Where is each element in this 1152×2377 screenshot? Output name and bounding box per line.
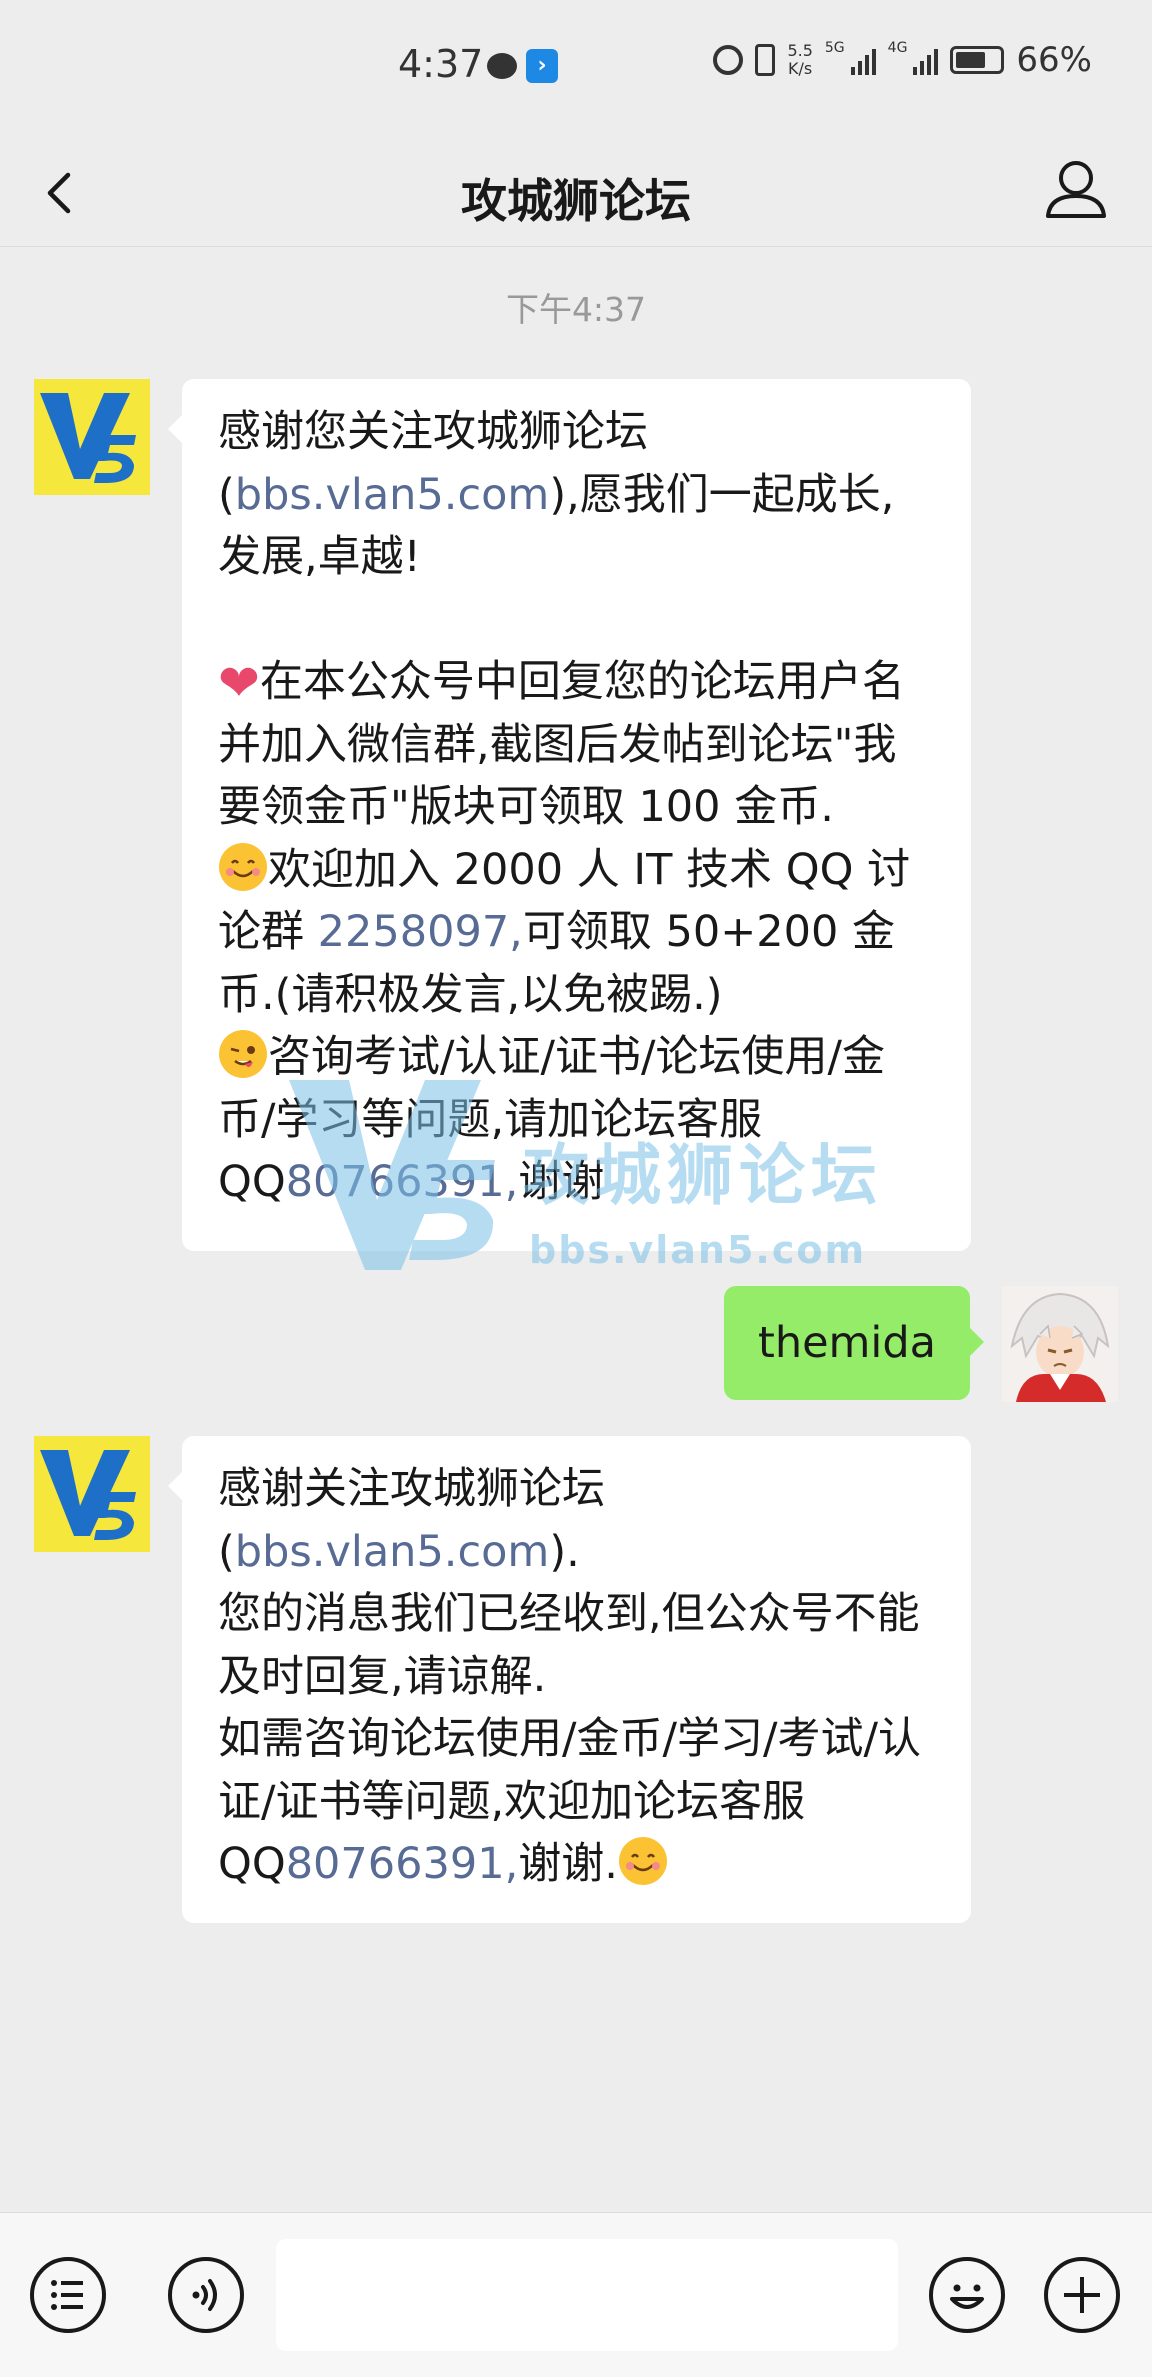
qq-contact-link[interactable]: 80766391, [286, 1157, 519, 1207]
v5-logo-icon [34, 1436, 150, 1552]
network-speed: 5.5 K/s [787, 42, 812, 78]
message-paragraph: 感谢您关注攻城狮论坛(bbs.vlan5.com),愿我们一起成长,发展,卓越! [218, 401, 935, 589]
person-icon[interactable] [1036, 150, 1116, 230]
bot-avatar[interactable] [34, 1436, 150, 1552]
network-speed-unit: K/s [788, 59, 813, 78]
heart-emoji-icon: ❤ [218, 654, 260, 712]
battery-icon [950, 46, 1005, 74]
voice-button[interactable] [168, 2257, 244, 2333]
voice-icon [192, 2279, 217, 2311]
add-button[interactable] [1044, 2257, 1120, 2333]
smile-emoji-icon [618, 1837, 667, 1885]
smile-emoji-icon [219, 842, 267, 891]
chat-header: 攻城狮论坛 [0, 135, 1152, 247]
message-paragraph: 您的消息我们已经收到,但公众号不能及时回复,请谅解. [218, 1583, 935, 1708]
signal-icon [850, 45, 876, 75]
chat-title: 攻城狮论坛 [461, 174, 691, 228]
plus-icon [1064, 2277, 1100, 2313]
anime-avatar-icon [1002, 1286, 1118, 1402]
list-menu-icon [51, 2280, 83, 2310]
message-bubble-outgoing[interactable]: themida [723, 1286, 985, 1400]
menu-button[interactable] [30, 2257, 106, 2333]
forum-link[interactable]: bbs.vlan5.com [235, 1527, 550, 1577]
status-bar: 4:37 › 5.5 K/s 5G 4G 66% [0, 0, 1152, 135]
message-text: 您的消息我们已经收到,但公众号不能及时回复,请谅解. [218, 1589, 920, 1702]
emoji-icon [950, 2284, 984, 2309]
qq-contact-link[interactable]: 80766391, [286, 1839, 519, 1889]
signal-icon-2 [913, 45, 939, 75]
message-paragraph: 咨询考试/认证/证书/论坛使用/金币/学习等问题,请加论坛客服QQ8076639… [218, 1026, 935, 1214]
message-paragraph: ❤在本公众号中回复您的论坛用户名并加入微信群,截图后发帖到论坛"我要领金币"版块… [218, 651, 935, 839]
qq-group-link[interactable]: 2258097, [318, 907, 523, 957]
message-bubble-incoming[interactable]: 感谢关注攻城狮论坛(bbs.vlan5.com). 您的消息我们已经收到,但公众… [168, 1436, 971, 1923]
header-divider [0, 246, 1152, 247]
message-input[interactable] [276, 2239, 898, 2351]
status-indicators: 5.5 K/s 5G 4G 66% [713, 40, 1092, 80]
bot-avatar[interactable] [34, 379, 150, 495]
emoji-button[interactable] [929, 2257, 1005, 2333]
forum-link[interactable]: bbs.vlan5.com [235, 470, 550, 520]
network-type-a: 5G [824, 40, 845, 56]
wink-emoji-icon [219, 1030, 267, 1078]
battery-percent: 66% [1016, 40, 1092, 80]
vibrate-icon [755, 44, 776, 76]
message-text: themida [757, 1318, 936, 1368]
app-notification-icon: › [526, 49, 558, 83]
message-paragraph: 感谢关注攻城狮论坛(bbs.vlan5.com). [218, 1458, 935, 1583]
message-timestamp: 下午4:37 [505, 290, 647, 329]
user-avatar[interactable] [1002, 1286, 1118, 1402]
message-text: 谢谢. [518, 1839, 618, 1889]
network-speed-value: 5.5 [787, 41, 813, 60]
v5-logo-icon [34, 379, 150, 495]
message-text: ). [549, 1526, 580, 1577]
message-paragraph: 欢迎加入 2000 人 IT 技术 QQ 讨论群 2258097,可领取 50+… [218, 839, 935, 1027]
alarm-icon [713, 45, 744, 75]
status-time: 4:37 [398, 42, 484, 86]
network-type-b: 4G [887, 40, 908, 56]
chat-input-bar [0, 2212, 1152, 2377]
message-paragraph: 如需咨询论坛使用/金币/学习/考试/认证/证书等问题,欢迎加论坛客服 QQ807… [218, 1708, 935, 1896]
message-text: 在本公众号中回复您的论坛用户名并加入微信群,截图后发帖到论坛"我要领金币"版块可… [218, 657, 905, 832]
message-text: 谢谢 [518, 1157, 605, 1207]
message-bubble-incoming[interactable]: 感谢您关注攻城狮论坛(bbs.vlan5.com),愿我们一起成长,发展,卓越!… [168, 379, 971, 1251]
chat-notification-icon [487, 53, 517, 79]
